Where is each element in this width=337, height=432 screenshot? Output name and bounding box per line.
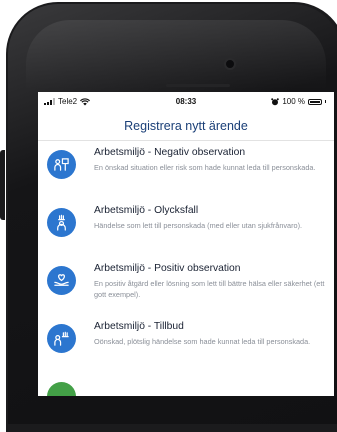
- status-bar: Tele2 08:33 100 %: [38, 92, 334, 112]
- alarm-icon: [271, 97, 280, 105]
- item-title: Arbetsmiljö - Positiv observation: [94, 263, 241, 274]
- list-item-accident[interactable]: Arbetsmiljö - Olycksfall Händelse som le…: [38, 199, 334, 261]
- item-title: Arbetsmiljö - Tillbud: [94, 321, 184, 332]
- battery-info: 100 %: [271, 97, 326, 106]
- phone-side-button: [0, 150, 5, 220]
- list-item-near-miss[interactable]: Arbetsmiljö - Tillbud Oönskad, plötslig …: [38, 315, 334, 377]
- positive-observation-icon: [47, 266, 76, 295]
- battery-percent: 100 %: [282, 97, 305, 106]
- item-title: Arbetsmiljö - Olycksfall: [94, 205, 199, 216]
- page-title: Registrera nytt ärende: [124, 119, 248, 133]
- item-description: En positiv åtgärd eller lösning som lett…: [94, 279, 325, 299]
- item-description: En önskad situation eller risk som hade …: [94, 163, 316, 172]
- app-screen: Tele2 08:33 100 % Registrera nytt ärende: [38, 92, 334, 396]
- list-item-partial[interactable]: [38, 373, 334, 396]
- list-item-icon: [47, 382, 76, 396]
- list-item-positive-observation[interactable]: Arbetsmiljö - Positiv observation En pos…: [38, 257, 334, 319]
- item-description: Händelse som lett till personskada (med …: [94, 221, 303, 230]
- navigation-bar: Registrera nytt ärende: [38, 112, 334, 141]
- list-item-negative-observation[interactable]: Arbetsmiljö - Negativ observation En öns…: [38, 141, 334, 203]
- accident-icon: [47, 208, 76, 237]
- item-description: Oönskad, plötslig händelse som hade kunn…: [94, 337, 311, 346]
- front-camera: [224, 58, 236, 70]
- item-title: Arbetsmiljö - Negativ observation: [94, 147, 246, 158]
- earpiece-speaker: [166, 84, 230, 87]
- phone-reflection: [26, 20, 326, 90]
- battery-tip: [325, 100, 326, 103]
- battery-icon: [308, 98, 322, 105]
- near-miss-icon: [47, 324, 76, 353]
- negative-observation-icon: [47, 150, 76, 179]
